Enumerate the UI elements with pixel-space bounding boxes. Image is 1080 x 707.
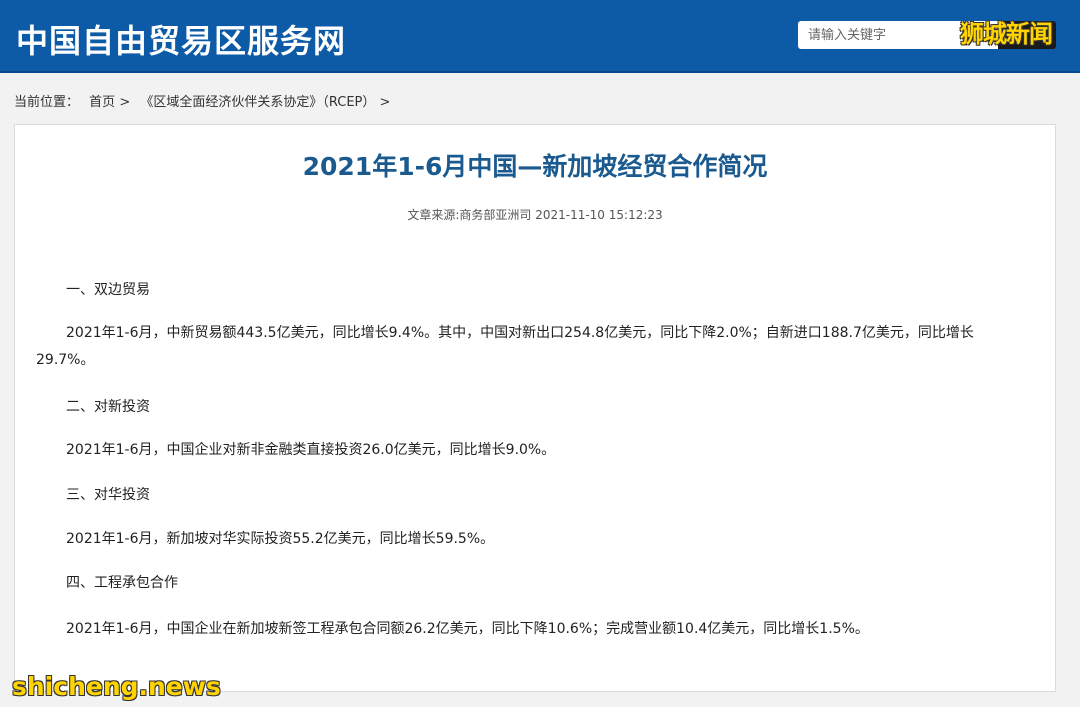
site-header: 中国自由贸易区服务网 狮城新闻	[0, 0, 1080, 73]
section-body: 2021年1-6月，中国企业在新加坡新签工程承包合同额26.2亿美元，同比下降1…	[66, 621, 869, 637]
site-title[interactable]: 中国自由贸易区服务网	[16, 16, 346, 62]
section-heading: 四、工程承包合作	[66, 575, 178, 591]
breadcrumb-label: 当前位置：	[14, 95, 80, 110]
watermark-logo-top: 狮城新闻	[960, 20, 1053, 48]
section-body: 2021年1-6月，新加坡对华实际投资55.2亿美元，同比增长59.5%。	[66, 531, 495, 547]
section-body: 2021年1-6月，中新贸易额443.5亿美元，同比增长9.4%。其中，中国对新…	[36, 325, 974, 368]
watermark-logo-bottom: shicheng.news	[12, 672, 221, 701]
breadcrumb-separator: >	[119, 95, 131, 110]
article-title: 2021年1-6月中国—新加坡经贸合作简况	[302, 152, 768, 181]
breadcrumb-rcep-link[interactable]: 《区域全面经济伙伴关系协定》（RCEP）	[140, 95, 375, 110]
section-heading: 二、对新投资	[66, 399, 150, 415]
article-meta: 文章来源:商务部亚洲司 2021-11-10 15:12:23	[407, 208, 663, 222]
section-body: 2021年1-6月，中国企业对新非金融类直接投资26.0亿美元，同比增长9.0%…	[66, 442, 556, 458]
section-heading: 一、双边贸易	[66, 282, 150, 298]
breadcrumb: 当前位置： 首页 > 《区域全面经济伙伴关系协定》（RCEP） >	[14, 91, 396, 110]
section-heading: 三、对华投资	[66, 487, 150, 503]
breadcrumb-home-link[interactable]: 首页	[89, 95, 115, 110]
breadcrumb-separator: >	[379, 95, 391, 110]
